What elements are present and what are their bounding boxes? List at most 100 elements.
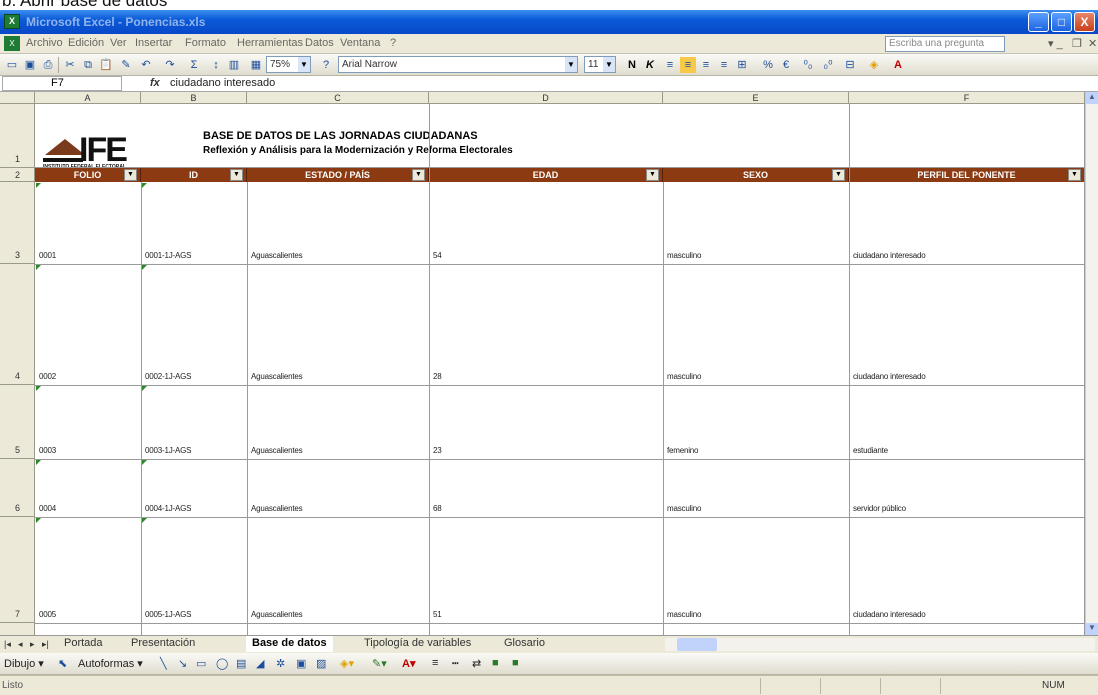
diagram-icon[interactable]: ✲ bbox=[276, 657, 285, 670]
print-icon[interactable]: ⎙ bbox=[40, 57, 56, 73]
vertical-scrollbar[interactable]: ▲ ▼ bbox=[1085, 92, 1098, 635]
cell-id[interactable]: 0004-1J-AGS bbox=[145, 504, 191, 513]
cell-sexo[interactable]: masculino bbox=[667, 504, 701, 513]
tab-portada[interactable]: Portada bbox=[58, 636, 109, 652]
cell-id[interactable]: 0003-1J-AGS bbox=[145, 446, 191, 455]
menu-help[interactable]: ? bbox=[390, 37, 396, 49]
cell-folio[interactable]: 0001 bbox=[39, 251, 56, 260]
name-box[interactable]: F7 bbox=[2, 76, 122, 91]
minimize-button[interactable]: _ bbox=[1028, 12, 1049, 32]
close-button[interactable]: X bbox=[1074, 12, 1095, 32]
percent-icon[interactable]: % bbox=[760, 57, 776, 73]
row-header[interactable]: 7 bbox=[0, 517, 35, 623]
row-header[interactable]: 4 bbox=[0, 264, 35, 385]
next-sheet-icon[interactable]: ▸ bbox=[30, 639, 35, 650]
scroll-down-icon[interactable]: ▼ bbox=[1086, 623, 1098, 635]
menu-ventana[interactable]: Ventana bbox=[340, 37, 380, 49]
line-style-icon[interactable]: ≡ bbox=[432, 657, 438, 669]
tab-glosario[interactable]: Glosario bbox=[498, 636, 551, 652]
header-sexo[interactable]: SEXO ▼ bbox=[663, 168, 849, 182]
arrow-style-icon[interactable]: ⇄ bbox=[472, 657, 481, 670]
cell-estado[interactable]: Aguascalientes bbox=[251, 446, 303, 455]
maximize-button[interactable]: □ bbox=[1051, 12, 1072, 32]
cell-edad[interactable]: 54 bbox=[433, 251, 442, 260]
help-icon[interactable]: ? bbox=[318, 57, 334, 73]
spreadsheet-grid[interactable]: IFE INSTITUTO FEDERAL ELECTORAL CENTRO P… bbox=[35, 104, 1085, 635]
font-color-icon[interactable]: A bbox=[890, 57, 906, 73]
cell-edad[interactable]: 23 bbox=[433, 446, 442, 455]
row-header[interactable]: 5 bbox=[0, 385, 35, 459]
copy-icon[interactable]: ⧉ bbox=[80, 57, 96, 73]
tab-base-de-datos[interactable]: Base de datos bbox=[246, 636, 333, 652]
font-select[interactable]: Arial Narrow ▼ bbox=[338, 56, 578, 73]
doc-minimize-icon[interactable]: ▾ _ bbox=[1048, 37, 1063, 50]
font-size-select[interactable]: 11 ▼ bbox=[584, 56, 616, 73]
column-header-e[interactable]: E bbox=[663, 92, 849, 104]
align-center-icon[interactable]: ≡ bbox=[680, 57, 696, 73]
ask-question-input[interactable]: Escriba una pregunta bbox=[885, 36, 1005, 52]
cut-icon[interactable]: ✂ bbox=[62, 57, 78, 73]
fx-icon[interactable]: fx bbox=[150, 77, 160, 89]
filter-dropdown-icon[interactable]: ▼ bbox=[832, 169, 845, 181]
wordart-icon[interactable]: ◢ bbox=[256, 657, 264, 670]
column-header-a[interactable]: A bbox=[35, 92, 141, 104]
fill-color-icon[interactable]: ◈ bbox=[866, 57, 882, 73]
cell-perfil[interactable]: servidor público bbox=[853, 504, 906, 513]
cell-id[interactable]: 0005-1J-AGS bbox=[145, 610, 191, 619]
row-header[interactable]: 6 bbox=[0, 459, 35, 517]
filter-dropdown-icon[interactable]: ▼ bbox=[646, 169, 659, 181]
row-header[interactable]: 1 bbox=[0, 104, 35, 168]
save-icon[interactable]: ▣ bbox=[22, 57, 38, 73]
align-right-icon[interactable]: ≡ bbox=[698, 57, 714, 73]
filter-dropdown-icon[interactable]: ▼ bbox=[124, 169, 137, 181]
cell-perfil[interactable]: estudiante bbox=[853, 446, 888, 455]
dash-style-icon[interactable]: ┅ bbox=[452, 657, 459, 670]
textbox-icon[interactable]: ▤ bbox=[236, 657, 246, 670]
arrow-icon[interactable]: ↘ bbox=[178, 657, 187, 670]
currency-icon[interactable]: € bbox=[778, 57, 794, 73]
decimals2-icon[interactable]: ₀⁰ bbox=[820, 57, 836, 73]
justify-icon[interactable]: ≡ bbox=[716, 57, 732, 73]
tab-presentacion[interactable]: Presentación bbox=[125, 636, 201, 652]
cell-id[interactable]: 0001-1J-AGS bbox=[145, 251, 191, 260]
filter-dropdown-icon[interactable]: ▼ bbox=[230, 169, 243, 181]
doc-restore-icon[interactable]: ❐ bbox=[1072, 37, 1082, 50]
menu-formato[interactable]: Formato bbox=[185, 37, 226, 49]
drawing-icon[interactable]: ▦ bbox=[248, 57, 264, 73]
column-header-b[interactable]: B bbox=[141, 92, 247, 104]
cell-sexo[interactable]: masculino bbox=[667, 610, 701, 619]
align-left-icon[interactable]: ≡ bbox=[662, 57, 678, 73]
cell-estado[interactable]: Aguascalientes bbox=[251, 610, 303, 619]
cell-sexo[interactable]: masculino bbox=[667, 251, 701, 260]
new-icon[interactable]: ▭ bbox=[4, 57, 20, 73]
cell-sexo[interactable]: masculino bbox=[667, 372, 701, 381]
column-header-f[interactable]: F bbox=[849, 92, 1085, 104]
line-icon[interactable]: ╲ bbox=[160, 657, 167, 670]
prev-sheet-icon[interactable]: ◂ bbox=[18, 639, 23, 650]
filter-dropdown-icon[interactable]: ▼ bbox=[412, 169, 425, 181]
cell-folio[interactable]: 0005 bbox=[39, 610, 56, 619]
3d-icon[interactable]: ■ bbox=[512, 657, 519, 669]
paste-icon[interactable]: 📋 bbox=[98, 57, 114, 73]
oval-icon[interactable]: ◯ bbox=[216, 657, 228, 670]
cell-estado[interactable]: Aguascalientes bbox=[251, 504, 303, 513]
cell-folio[interactable]: 0004 bbox=[39, 504, 56, 513]
select-all-corner[interactable] bbox=[0, 92, 35, 104]
cell-folio[interactable]: 0003 bbox=[39, 446, 56, 455]
header-folio[interactable]: FOLIO ▼ bbox=[35, 168, 141, 182]
line-color-icon[interactable]: ✎▾ bbox=[372, 657, 387, 670]
header-edad[interactable]: EDAD ▼ bbox=[429, 168, 663, 182]
scroll-up-icon[interactable]: ▲ bbox=[1086, 92, 1098, 104]
workbook-icon[interactable]: X bbox=[4, 36, 20, 51]
redo-icon[interactable]: ↷ bbox=[162, 57, 178, 73]
shadow-icon[interactable]: ■ bbox=[492, 657, 499, 669]
row-header[interactable]: 2 bbox=[0, 168, 35, 182]
autoshapes-button[interactable]: Autoformas ▾ bbox=[78, 657, 143, 670]
cell-id[interactable]: 0002-1J-AGS bbox=[145, 372, 191, 381]
clipart-icon[interactable]: ▣ bbox=[296, 657, 306, 670]
column-header-d[interactable]: D bbox=[429, 92, 663, 104]
select-objects-icon[interactable]: ⬉ bbox=[58, 657, 67, 670]
italic-button[interactable]: K bbox=[642, 57, 658, 73]
zoom-select[interactable]: 75% ▼ bbox=[266, 56, 311, 73]
header-estado[interactable]: ESTADO / PAÍS ▼ bbox=[247, 168, 429, 182]
